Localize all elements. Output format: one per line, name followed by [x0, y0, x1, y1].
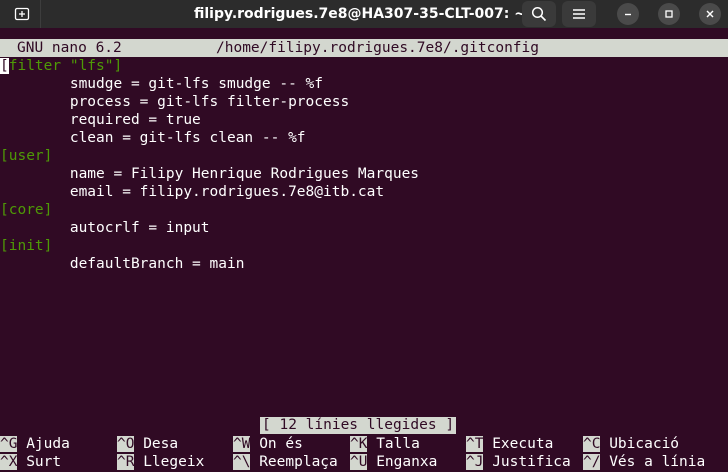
maximize-button[interactable]: [658, 3, 680, 25]
line-text: filter "lfs"]: [8, 58, 123, 74]
hamburger-menu-icon: [573, 9, 585, 19]
line-text: [init]: [0, 238, 53, 254]
shortcut-item[interactable]: ^G Ajuda: [0, 435, 70, 453]
line-text: defaultBranch = main: [0, 256, 245, 272]
shortcut-key: ^U: [350, 454, 368, 470]
shortcut-key: ^J: [466, 454, 484, 470]
config-line: name = Filipy Henrique Rodrigues Marques: [0, 165, 419, 183]
shortcut-label: Ubicació: [609, 436, 680, 452]
config-line: clean = git-lfs clean -- %f: [0, 129, 306, 147]
shortcut-label: Ajuda: [26, 436, 70, 452]
shortcut-key: ^C: [583, 436, 601, 452]
shortcut-key: ^W: [233, 436, 251, 452]
line-text: clean = git-lfs clean -- %f: [0, 130, 306, 146]
line-text: required = true: [0, 112, 201, 128]
status-message: [ 12 línies llegides ]: [260, 417, 457, 434]
file-path: /home/filipy.rodrigues.7e8/.gitconfig: [216, 40, 540, 56]
config-line: defaultBranch = main: [0, 255, 245, 273]
line-text: smudge = git-lfs smudge -- %f: [0, 76, 324, 92]
search-button[interactable]: [522, 1, 556, 27]
line-text: name = Filipy Henrique Rodrigues Marques: [0, 166, 420, 182]
menu-button[interactable]: [562, 1, 596, 27]
text-cursor: [: [0, 58, 9, 74]
config-line: email = filipy.rodrigues.7e8@itb.cat: [0, 183, 384, 201]
config-line: process = git-lfs filter-process: [0, 93, 349, 111]
shortcut-item[interactable]: ^K Talla: [350, 435, 420, 453]
shortcut-key: ^\: [233, 454, 251, 470]
maximize-icon: [665, 10, 673, 18]
title-bar: filipy.rodrigues.7e8@HA307-35-CLT-007: ~: [0, 0, 728, 28]
minimize-button[interactable]: [617, 3, 639, 25]
shortcut-label: Talla: [376, 436, 420, 452]
line-text: [user]: [0, 148, 53, 164]
close-icon: [706, 10, 714, 18]
nano-header: GNU nano 6.2 /home/filipy.rodrigues.7e8/…: [0, 39, 728, 57]
shortcut-key: ^O: [117, 436, 135, 452]
shortcut-item[interactable]: ^T Executa: [466, 435, 553, 453]
section-header-line: [user]: [0, 147, 52, 165]
shortcut-key: ^G: [0, 436, 18, 452]
shortcut-key: ^X: [0, 454, 18, 470]
search-icon: [531, 6, 547, 22]
shortcut-item[interactable]: ^X Surt: [0, 453, 61, 471]
shortcut-item[interactable]: ^/ Vés a línia: [583, 453, 705, 471]
shortcut-label: Vés a línia: [609, 454, 706, 470]
shortcut-label: Desa: [143, 436, 179, 452]
shortcut-label: Enganxa: [376, 454, 438, 470]
shortcut-label: Reemplaça: [259, 454, 338, 470]
shortcut-item[interactable]: ^\ Reemplaça: [233, 453, 338, 471]
shortcut-label: Executa: [492, 436, 554, 452]
line-text: email = filipy.rodrigues.7e8@itb.cat: [0, 184, 385, 200]
line-text: [core]: [0, 202, 53, 218]
shortcut-item[interactable]: ^W On és: [233, 435, 303, 453]
window-title: filipy.rodrigues.7e8@HA307-35-CLT-007: ~: [193, 6, 526, 22]
config-line: smudge = git-lfs smudge -- %f: [0, 75, 323, 93]
shortcut-item[interactable]: ^R Llegeix: [117, 453, 204, 471]
shortcut-label: Llegeix: [143, 454, 205, 470]
shortcut-label: On és: [259, 436, 303, 452]
shortcut-key: ^T: [466, 436, 484, 452]
config-line: autocrlf = input: [0, 219, 210, 237]
shortcut-item[interactable]: ^C Ubicació: [583, 435, 679, 453]
shortcut-key: ^R: [117, 454, 135, 470]
section-header-line: [init]: [0, 237, 52, 255]
section-header-line: [core]: [0, 201, 52, 219]
shortcut-label: Surt: [26, 454, 62, 470]
line-text: autocrlf = input: [0, 220, 210, 236]
shortcut-key: ^/: [583, 454, 601, 470]
minimize-icon: [625, 13, 631, 16]
shortcut-item[interactable]: ^J Justifica: [466, 453, 571, 471]
terminal-area[interactable]: GNU nano 6.2 /home/filipy.rodrigues.7e8/…: [0, 29, 728, 472]
config-line: required = true: [0, 111, 201, 129]
section-header-line: [filter "lfs"]: [0, 57, 122, 75]
shortcut-key: ^K: [350, 436, 368, 452]
line-text: process = git-lfs filter-process: [0, 94, 350, 110]
nano-version: GNU nano 6.2: [17, 40, 122, 56]
shortcut-label: Justifica: [492, 454, 571, 470]
new-tab-button[interactable]: [4, 0, 41, 28]
new-tab-icon: [14, 7, 30, 21]
shortcut-item[interactable]: ^U Enganxa: [350, 453, 437, 471]
shortcut-item[interactable]: ^O Desa: [117, 435, 178, 453]
close-button[interactable]: [699, 3, 721, 25]
